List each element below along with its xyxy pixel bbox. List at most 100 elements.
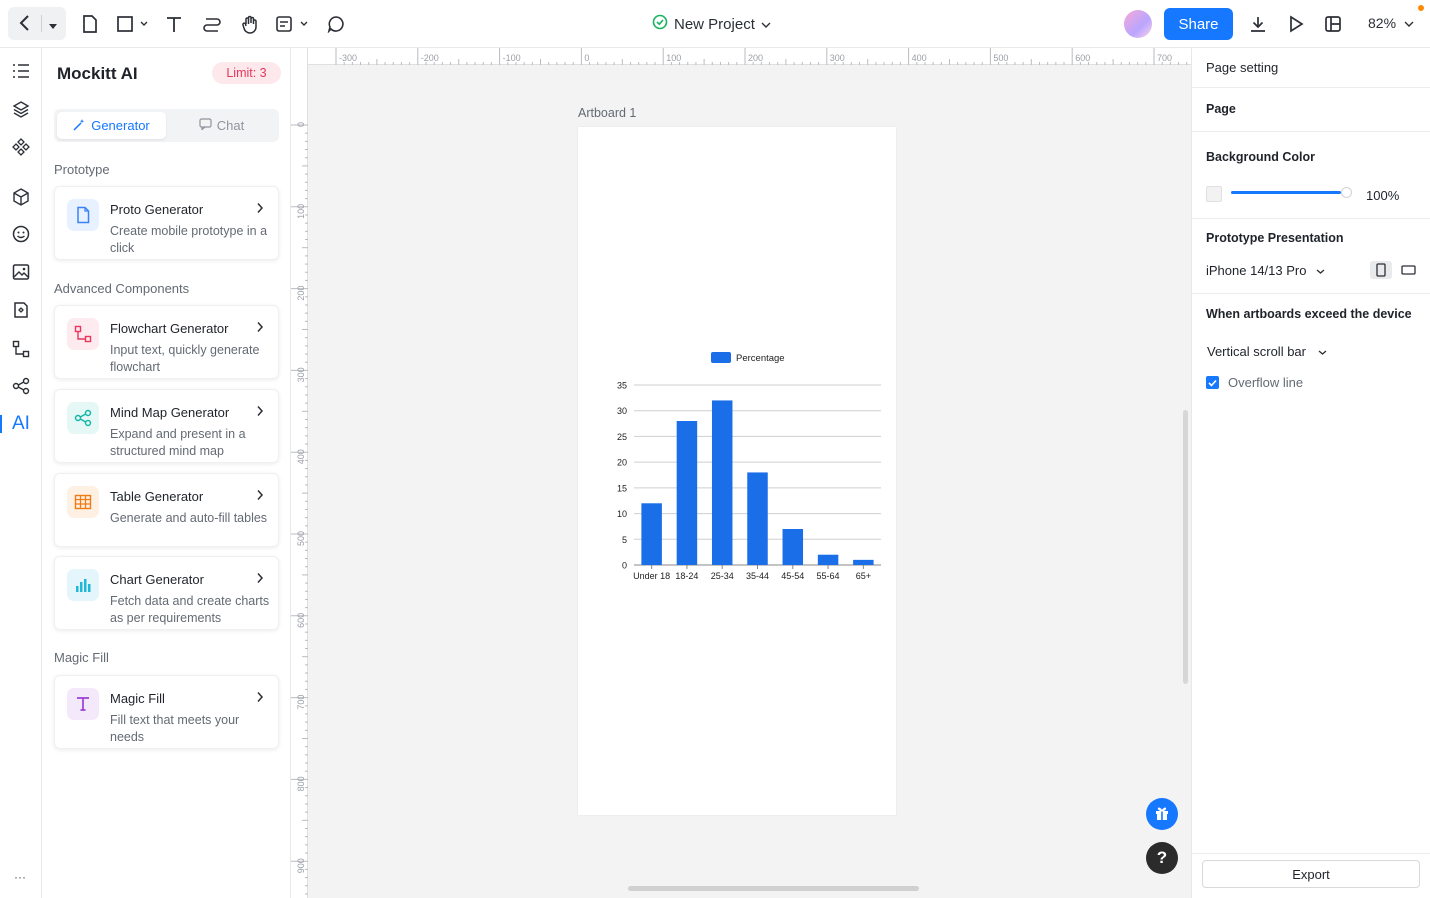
layers-icon[interactable] <box>10 98 32 120</box>
card-table-generator[interactable]: Table Generator Generate and auto-fill t… <box>54 473 279 547</box>
image-icon[interactable] <box>10 261 32 283</box>
tab-chat-label: Chat <box>216 118 245 133</box>
chat-bubble-icon <box>199 118 212 133</box>
ruler-horizontal: -300 -200 -100 0 100 200 300 400 500 600 700 <box>291 48 1191 65</box>
components-icon[interactable] <box>10 136 32 158</box>
card-desc: Input text, quickly generate flowchart <box>110 343 260 374</box>
card-desc: Fill text that meets your needs <box>110 713 240 744</box>
section-magic-fill: Magic Fill <box>54 650 109 665</box>
text-tool-icon[interactable] <box>162 9 186 39</box>
ruler-label: 300 <box>296 367 306 382</box>
project-title-dropdown[interactable]: New Project <box>652 14 771 34</box>
artboard[interactable]: 0 5 10 15 20 25 30 35 Under 18 18-24 25-34 35-44 45-… <box>578 127 896 815</box>
play-preview-icon[interactable] <box>1284 9 1308 39</box>
ruler-label: 400 <box>296 449 306 464</box>
hand-tool-icon[interactable] <box>238 9 262 39</box>
ruler-label: 500 <box>993 53 1008 63</box>
chevron-down-icon[interactable] <box>48 19 58 34</box>
bar <box>711 400 733 565</box>
page-setting-header: Page setting <box>1192 48 1430 88</box>
y-tick-label: 30 <box>617 406 627 416</box>
page-section: Page <box>1192 88 1430 132</box>
card-title: Mind Map Generator <box>110 405 230 420</box>
portrait-icon[interactable] <box>1370 261 1392 279</box>
y-tick-label: 5 <box>622 535 627 545</box>
chevron-down-icon <box>761 16 771 33</box>
back-button-group[interactable] <box>8 7 66 40</box>
comment-tool-icon[interactable] <box>324 9 348 39</box>
x-tick-label: Under 18 <box>633 571 670 581</box>
ruler-label: 100 <box>296 204 306 219</box>
share-button[interactable]: Share <box>1164 8 1233 40</box>
card-mind-map-generator[interactable]: Mind Map Generator Expand and present in… <box>54 389 279 463</box>
tab-chat[interactable]: Chat <box>167 112 276 139</box>
zoom-level: 82% <box>1368 15 1397 31</box>
back-arrow-icon[interactable] <box>18 14 32 35</box>
bar-chart[interactable]: 0 5 10 15 20 25 30 35 Under 18 18-24 25-34 35-44 45-… <box>578 127 896 815</box>
user-avatar[interactable] <box>1124 10 1152 38</box>
horizontal-scrollbar[interactable] <box>628 886 919 891</box>
x-tick-label: 55-64 <box>817 571 840 581</box>
landscape-icon[interactable] <box>1397 261 1419 279</box>
page-label: Page <box>1206 102 1236 116</box>
tab-generator[interactable]: Generator <box>57 112 166 139</box>
card-magic-fill[interactable]: Magic Fill Fill text that meets your nee… <box>54 675 279 749</box>
device-dropdown[interactable]: iPhone 14/13 Pro <box>1206 263 1325 278</box>
connector-tool-icon[interactable] <box>200 9 224 39</box>
flow-icon[interactable] <box>10 338 32 360</box>
bar <box>676 421 698 565</box>
ruler-label: 200 <box>296 286 306 301</box>
bar <box>747 472 768 565</box>
document-icon <box>67 199 99 231</box>
outline-list-icon[interactable] <box>10 60 32 82</box>
ai-tab[interactable]: AI <box>12 413 30 435</box>
bar <box>782 529 804 565</box>
design-canvas[interactable]: -300 -200 -100 0 100 200 300 400 500 600 700 0 100 2… <box>291 48 1191 898</box>
opacity-slider-knob[interactable] <box>1341 187 1352 198</box>
ruler-label: 400 <box>912 53 927 63</box>
3d-box-icon[interactable] <box>10 186 32 208</box>
bar <box>853 559 874 565</box>
overflow-line-checkbox[interactable] <box>1206 376 1219 389</box>
project-title: New Project <box>674 15 755 33</box>
vertical-scrollbar[interactable] <box>1183 410 1188 684</box>
scroll-mode-dropdown[interactable]: Vertical scroll bar <box>1207 344 1327 359</box>
card-flowchart-generator[interactable]: Flowchart Generator Input text, quickly … <box>54 305 279 379</box>
ruler-vertical: 0 100 200 300 400 500 600 700 800 900 <box>291 48 308 898</box>
opacity-value: 100% <box>1366 188 1400 203</box>
card-proto-generator[interactable]: Proto Generator Create mobile prototype … <box>54 186 279 260</box>
table-icon <box>67 486 99 518</box>
gift-button[interactable] <box>1146 798 1178 830</box>
zoom-dropdown[interactable]: 82% <box>1368 15 1414 31</box>
emoji-icon[interactable] <box>10 223 32 245</box>
exceed-label: When artboards exceed the device <box>1206 307 1412 321</box>
background-color-swatch[interactable] <box>1206 186 1222 202</box>
download-icon[interactable] <box>1246 9 1270 39</box>
tab-generator-label: Generator <box>91 118 150 133</box>
ruler-label: -200 <box>421 53 439 63</box>
export-button[interactable]: Export <box>1202 860 1420 888</box>
presentation-section: Prototype Presentation <box>1192 219 1430 294</box>
panel-title: Mockitt AI <box>57 64 138 83</box>
opacity-slider[interactable] <box>1231 191 1341 194</box>
magic-wand-icon <box>73 118 86 134</box>
ai-panel: Mockitt AI Limit: 3 Generator Chat Proto… <box>42 48 291 898</box>
card-desc: Fetch data and create charts as per requ… <box>110 594 270 625</box>
card-desc: Generate and auto-fill tables <box>110 511 268 525</box>
overflow-line-label: Overflow line <box>1228 375 1304 390</box>
shape-tool-icon[interactable] <box>114 9 152 39</box>
y-tick-label: 20 <box>617 458 627 468</box>
layout-panel-icon[interactable] <box>1321 9 1345 39</box>
chevron-down-icon <box>1318 344 1327 359</box>
share-nodes-icon[interactable] <box>10 375 32 397</box>
asset-file-icon[interactable] <box>10 299 32 321</box>
more-icon[interactable]: ··· <box>14 870 26 884</box>
chevron-right-icon <box>256 321 264 336</box>
sticky-note-tool-icon[interactable] <box>274 9 312 39</box>
artboard-label[interactable]: Artboard 1 <box>578 106 636 120</box>
ruler-label: 800 <box>296 776 306 791</box>
page-icon[interactable] <box>78 9 102 39</box>
divider <box>41 15 42 32</box>
card-chart-generator[interactable]: Chart Generator Fetch data and create ch… <box>54 556 279 630</box>
help-button[interactable]: ? <box>1146 842 1178 874</box>
